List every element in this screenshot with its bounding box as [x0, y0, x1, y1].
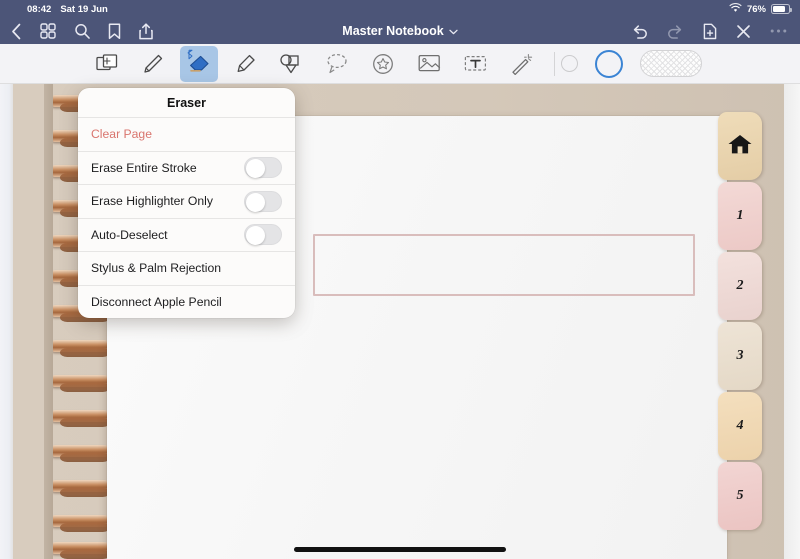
- clear-page-button[interactable]: Clear Page: [78, 117, 295, 151]
- status-bar-right: 76%: [729, 2, 800, 16]
- erase-highlighter-only-label: Erase Highlighter Only: [91, 194, 213, 209]
- page-title: Master Notebook: [342, 24, 444, 38]
- undo-icon[interactable]: [631, 24, 648, 39]
- index-tab-4[interactable]: 4: [718, 392, 762, 460]
- status-bar-left: 08:42 Sat 19 Jun: [0, 4, 108, 15]
- popover-title: Eraser: [167, 95, 206, 110]
- battery-icon: [771, 4, 792, 14]
- eraser-size-small[interactable]: [561, 55, 578, 72]
- wifi-icon: [729, 2, 742, 16]
- index-tab-5[interactable]: 5: [718, 462, 762, 530]
- tool-lasso[interactable]: [318, 46, 356, 82]
- navigation-bar-right: [631, 23, 800, 40]
- transparency-swatch[interactable]: [640, 50, 702, 77]
- index-tab-label: 1: [736, 208, 744, 223]
- tool-shapes[interactable]: [272, 46, 310, 82]
- erase-entire-stroke-toggle[interactable]: [244, 157, 282, 179]
- bluetooth-icon: [187, 49, 194, 62]
- auto-deselect-toggle[interactable]: [244, 224, 282, 246]
- tool-bar-divider: [554, 51, 555, 76]
- status-time: 08:42: [27, 3, 52, 15]
- close-icon[interactable]: [736, 24, 751, 39]
- home-icon: [727, 133, 753, 160]
- index-tab-label: 2: [736, 278, 744, 293]
- index-tab-label: 3: [736, 348, 744, 363]
- tool-bar: [0, 44, 800, 84]
- bookmark-icon[interactable]: [108, 23, 121, 40]
- more-options-icon[interactable]: [770, 28, 787, 34]
- tool-textbox[interactable]: [456, 46, 494, 82]
- tool-image[interactable]: [410, 46, 448, 82]
- index-tab-2[interactable]: 2: [718, 252, 762, 320]
- eraser-size-large[interactable]: [595, 49, 623, 78]
- right-edge: [784, 84, 800, 559]
- left-rail: [0, 84, 13, 559]
- tool-pen[interactable]: [134, 46, 172, 82]
- redo-icon[interactable]: [667, 24, 684, 39]
- status-date: Sat 19 Jun: [60, 3, 108, 15]
- tool-magic-wand[interactable]: [502, 46, 540, 82]
- index-tab-3[interactable]: 3: [718, 322, 762, 390]
- erase-entire-stroke-row[interactable]: Erase Entire Stroke: [78, 150, 295, 185]
- battery-percent: 76%: [746, 3, 766, 15]
- chevron-down-icon: [449, 22, 458, 40]
- index-tab-strip: 1 2 3 4 5: [718, 84, 762, 559]
- page-drawn-rectangle: [313, 234, 695, 296]
- erase-entire-stroke-label: Erase Entire Stroke: [91, 160, 197, 175]
- index-tab-home[interactable]: [718, 112, 762, 180]
- stylus-palm-rejection-row[interactable]: Stylus & Palm Rejection: [78, 251, 295, 285]
- disconnect-apple-pencil-label: Disconnect Apple Pencil: [91, 294, 222, 309]
- status-bar: 08:42 Sat 19 Jun 76%: [0, 0, 800, 18]
- grid-view-icon[interactable]: [40, 23, 56, 39]
- tool-page-insert[interactable]: [88, 46, 126, 82]
- tool-sticker[interactable]: [364, 46, 402, 82]
- erase-highlighter-only-toggle[interactable]: [244, 190, 282, 212]
- index-tab-label: 5: [736, 488, 744, 503]
- notebook-spine: [44, 84, 53, 559]
- index-tab-1[interactable]: 1: [718, 182, 762, 250]
- search-icon[interactable]: [74, 23, 90, 39]
- tool-bar-tools: [0, 45, 561, 82]
- home-indicator[interactable]: [294, 547, 506, 552]
- tool-bar-size-controls: [561, 49, 800, 78]
- back-icon[interactable]: [11, 23, 22, 40]
- share-icon[interactable]: [139, 22, 153, 40]
- add-page-icon[interactable]: [703, 23, 717, 40]
- erase-highlighter-only-row[interactable]: Erase Highlighter Only: [78, 184, 295, 218]
- auto-deselect-row[interactable]: Auto-Deselect: [78, 217, 295, 252]
- stylus-palm-rejection-label: Stylus & Palm Rejection: [91, 261, 222, 276]
- clear-page-label: Clear Page: [91, 127, 152, 142]
- eraser-settings-popover: Eraser Clear Page Erase Entire Stroke Er…: [78, 88, 295, 318]
- navigation-bar-left: [0, 22, 153, 40]
- index-tab-label: 4: [736, 418, 744, 433]
- navigation-bar: Master Notebook: [0, 18, 800, 44]
- disconnect-apple-pencil-row[interactable]: Disconnect Apple Pencil: [78, 284, 295, 319]
- auto-deselect-label: Auto-Deselect: [91, 227, 168, 242]
- tool-eraser[interactable]: [180, 45, 218, 82]
- tool-highlighter[interactable]: [226, 46, 264, 82]
